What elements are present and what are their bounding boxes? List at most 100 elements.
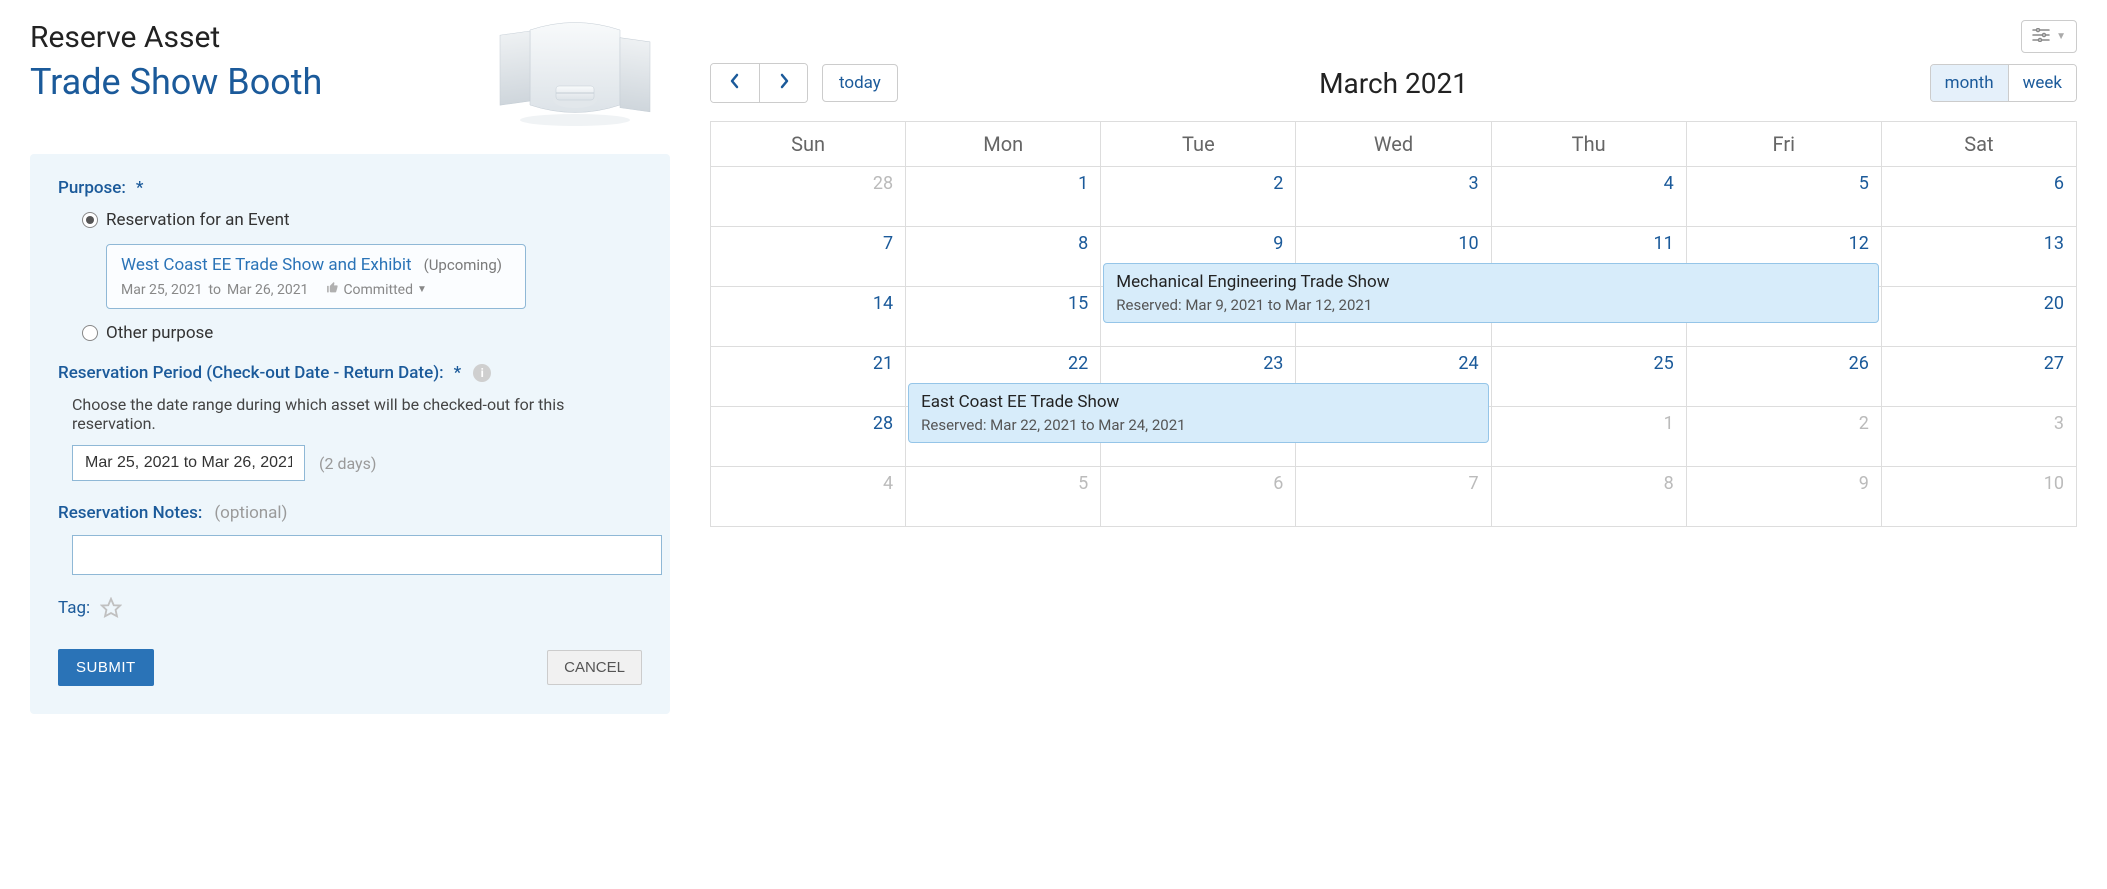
calendar-cell[interactable]: 20	[1881, 287, 2076, 347]
calendar-cell[interactable]: 3	[1881, 407, 2076, 467]
calendar-cell[interactable]: 21	[711, 347, 906, 407]
calendar-settings-button[interactable]: ▼	[2021, 20, 2077, 53]
prev-button[interactable]	[711, 64, 759, 102]
calendar-daynum: 1	[1492, 407, 1686, 440]
calendar-daynum: 26	[1687, 347, 1881, 380]
calendar-cell[interactable]: 2	[1101, 167, 1296, 227]
calendar-cell[interactable]: 28	[711, 167, 906, 227]
commit-status-dropdown[interactable]: Committed ▼	[326, 281, 426, 298]
chevron-down-icon: ▼	[2056, 31, 2066, 42]
calendar-daynum: 14	[711, 287, 905, 320]
calendar-daynum: 28	[711, 407, 905, 440]
submit-button[interactable]: SUBMIT	[58, 649, 154, 686]
week-view-button[interactable]: week	[2008, 65, 2076, 101]
calendar-daynum: 3	[1882, 407, 2076, 440]
calendar-cell[interactable]: 9Mechanical Engineering Trade ShowReserv…	[1101, 227, 1296, 287]
calendar-daynum: 28	[711, 167, 905, 200]
calendar-cell[interactable]: 5	[906, 467, 1101, 527]
calendar-daynum: 5	[1687, 167, 1881, 200]
calendar-daynum: 11	[1492, 227, 1686, 260]
period-label: Reservation Period (Check-out Date - Ret…	[58, 363, 642, 383]
calendar-daynum: 6	[1101, 467, 1295, 500]
period-helper: Choose the date range during which asset…	[72, 395, 642, 433]
today-button[interactable]: today	[822, 64, 898, 102]
chevron-left-icon	[729, 73, 741, 94]
calendar-cell[interactable]: 6	[1101, 467, 1296, 527]
calendar-daynum: 7	[711, 227, 905, 260]
calendar-cell[interactable]: 1	[906, 167, 1101, 227]
calendar-daynum: 9	[1687, 467, 1881, 500]
month-view-button[interactable]: month	[1931, 65, 2008, 101]
notes-input[interactable]	[72, 535, 662, 575]
calendar-cell[interactable]: 14	[711, 287, 906, 347]
calendar-daynum: 9	[1101, 227, 1295, 260]
calendar-cell[interactable]: 6	[1881, 167, 2076, 227]
calendar-event-sub: Reserved: Mar 22, 2021 to Mar 24, 2021	[921, 416, 1475, 434]
calendar-daynum: 2	[1687, 407, 1881, 440]
calendar-day-header: Sun	[711, 122, 906, 167]
calendar-daynum: 8	[1492, 467, 1686, 500]
chevron-down-icon: ▼	[417, 284, 427, 295]
calendar-event-sub: Reserved: Mar 9, 2021 to Mar 12, 2021	[1116, 296, 1866, 314]
page-title: Reserve Asset	[30, 20, 322, 55]
tag-label: Tag:	[58, 598, 90, 618]
selected-event-card[interactable]: West Coast EE Trade Show and Exhibit (Up…	[106, 244, 526, 309]
calendar-cell[interactable]: 13	[1881, 227, 2076, 287]
radio-event[interactable]: Reservation for an Event	[82, 210, 642, 230]
calendar-daynum: 4	[711, 467, 905, 500]
calendar-daynum: 10	[1882, 467, 2076, 500]
calendar-cell[interactable]: 2	[1686, 407, 1881, 467]
radio-icon	[82, 325, 98, 341]
next-button[interactable]	[759, 64, 807, 102]
calendar-cell[interactable]: 25	[1491, 347, 1686, 407]
calendar-title: March 2021	[1319, 67, 1468, 100]
calendar-cell[interactable]: 9	[1686, 467, 1881, 527]
calendar-event[interactable]: Mechanical Engineering Trade Show Reserve…	[1103, 263, 1879, 323]
radio-other[interactable]: Other purpose	[82, 323, 642, 343]
calendar-daynum: 8	[906, 227, 1100, 260]
calendar-day-header: Wed	[1296, 122, 1491, 167]
calendar-cell[interactable]: 1	[1491, 407, 1686, 467]
calendar-daynum: 13	[1882, 227, 2076, 260]
calendar-cell[interactable]: 22East Coast EE Trade ShowReserved: Mar …	[906, 347, 1101, 407]
star-icon[interactable]	[100, 597, 122, 619]
calendar-event-title: Mechanical Engineering Trade Show	[1116, 272, 1866, 292]
calendar-day-header: Sat	[1881, 122, 2076, 167]
notes-label: Reservation Notes: (optional)	[58, 503, 642, 523]
calendar-event[interactable]: East Coast EE Trade Show Reserved: Mar 22…	[908, 383, 1488, 443]
calendar-cell[interactable]: 27	[1881, 347, 2076, 407]
calendar-cell[interactable]: 8	[1491, 467, 1686, 527]
purpose-label: Purpose: *	[58, 178, 642, 198]
calendar-event-title: East Coast EE Trade Show	[921, 392, 1475, 412]
booth-image	[480, 20, 670, 134]
calendar-cell[interactable]: 15	[906, 287, 1101, 347]
calendar-daynum: 2	[1101, 167, 1295, 200]
reservation-form: Purpose: * Reservation for an Event West…	[30, 154, 670, 714]
calendar-day-header: Fri	[1686, 122, 1881, 167]
calendar-cell[interactable]: 7	[1296, 467, 1491, 527]
calendar-daynum: 21	[711, 347, 905, 380]
calendar-cell[interactable]: 10	[1881, 467, 2076, 527]
calendar-grid: SunMonTueWedThuFriSat 28123456789Mechani…	[710, 121, 2077, 527]
calendar-cell[interactable]: 5	[1686, 167, 1881, 227]
radio-icon	[82, 212, 98, 228]
calendar-cell[interactable]: 7	[711, 227, 906, 287]
thumb-up-icon	[326, 281, 339, 298]
info-icon[interactable]: i	[473, 364, 491, 382]
date-range-input[interactable]	[72, 445, 305, 481]
calendar-daynum: 12	[1687, 227, 1881, 260]
chevron-right-icon	[778, 73, 790, 94]
days-count: (2 days)	[319, 454, 376, 473]
calendar-daynum: 10	[1296, 227, 1490, 260]
calendar-cell[interactable]: 3	[1296, 167, 1491, 227]
calendar-cell[interactable]: 4	[711, 467, 906, 527]
calendar-daynum: 5	[906, 467, 1100, 500]
calendar-daynum: 22	[906, 347, 1100, 380]
calendar-cell[interactable]: 8	[906, 227, 1101, 287]
calendar-cell[interactable]: 28	[711, 407, 906, 467]
calendar-cell[interactable]: 26	[1686, 347, 1881, 407]
calendar-cell[interactable]: 4	[1491, 167, 1686, 227]
event-name: West Coast EE Trade Show and Exhibit	[121, 255, 412, 275]
cancel-button[interactable]: CANCEL	[547, 650, 642, 685]
calendar-day-header: Mon	[906, 122, 1101, 167]
